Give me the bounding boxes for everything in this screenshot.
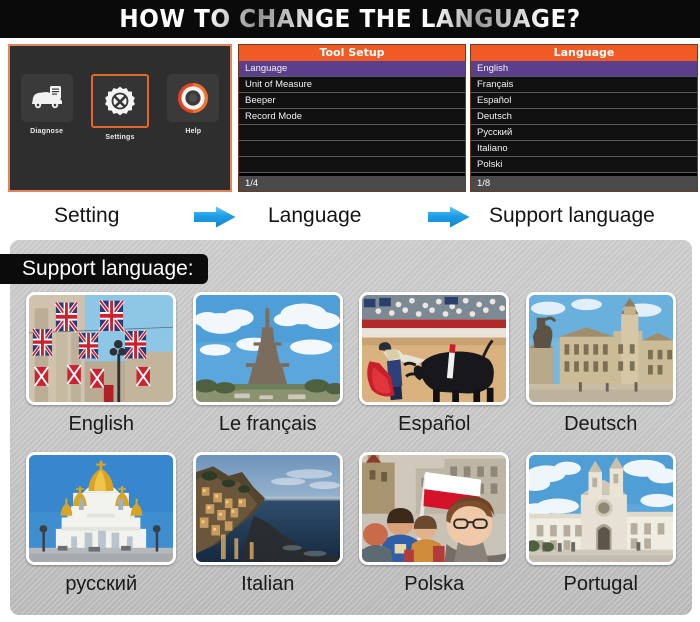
language-label-espanol: Español — [398, 413, 471, 435]
language-row-deutsch[interactable]: Deutsch — [471, 109, 697, 125]
tool-setup-row-empty-2 — [239, 141, 465, 157]
car-clipboard-icon — [31, 86, 62, 109]
caption-support-language: Support language — [489, 204, 655, 227]
device-item-help[interactable]: Help — [162, 74, 224, 135]
language-page-indicator: 1/8 — [471, 176, 697, 191]
diagnose-tile[interactable] — [20, 74, 73, 122]
thumbnail-matador-bullfight-arena — [359, 292, 510, 405]
caption-language: Language — [268, 204, 362, 227]
language-card-portugal[interactable]: Portugal — [518, 452, 685, 612]
language-row-english[interactable]: English — [471, 61, 697, 77]
language-row-francais[interactable]: Français — [471, 77, 697, 93]
tool-setup-panel: Tool Setup Language Unit of Measure Beep… — [238, 44, 466, 192]
language-label-portugal: Portugal — [563, 573, 639, 595]
tool-setup-title: Tool Setup — [239, 45, 465, 61]
support-language-title: Support language: — [0, 254, 208, 284]
caption-row: Setting Language Support language — [0, 198, 700, 234]
language-rows: English Français Español Deutsch Русский… — [471, 61, 697, 173]
language-label-polska: Polska — [404, 573, 465, 595]
language-card-espanol[interactable]: Español — [351, 292, 518, 452]
support-language-panel: Support language: English Le français Es… — [0, 240, 692, 615]
thumbnail-alcobaca-monastery-facade — [525, 452, 676, 565]
tool-setup-row-language[interactable]: Language — [239, 61, 465, 77]
page-title: HOW TO CHANGE THE LANGUAGE? — [25, 0, 676, 38]
device-item-diagnose[interactable]: Diagnose — [16, 74, 78, 135]
language-label-deutsch: Deutsch — [564, 413, 638, 435]
language-label-francais: Le français — [218, 413, 317, 435]
arrow-right-icon-2 — [428, 206, 470, 228]
language-row-polski[interactable]: Polski — [471, 157, 697, 173]
device-item-settings[interactable]: Settings — [89, 74, 151, 141]
device-icon-row: Diagnose Settings Help — [10, 74, 230, 141]
arrow-right-icon — [194, 206, 236, 228]
language-row-espanol[interactable]: Español — [471, 93, 697, 109]
language-panel: Language English Français Español Deutsc… — [470, 44, 698, 192]
steps-row: Diagnose Settings Help Tool Setup Langua… — [0, 40, 700, 200]
thumbnail-union-jack-flags-london-street — [26, 292, 177, 405]
language-label-italian: Italian — [241, 573, 295, 595]
language-thumbnail-grid: English Le français Español Deutsch русс… — [18, 292, 684, 612]
settings-tile[interactable] — [90, 74, 149, 128]
diagnose-label: Diagnose — [30, 128, 64, 135]
help-label: Help — [185, 128, 202, 135]
language-row-italiano[interactable]: Italiano — [471, 141, 697, 157]
tool-setup-row-empty-3 — [239, 157, 465, 173]
gear-tools-icon — [104, 86, 135, 116]
help-tile[interactable] — [167, 74, 220, 122]
language-card-polska[interactable]: Polska — [351, 452, 518, 612]
language-card-deutsch[interactable]: Deutsch — [518, 292, 685, 452]
language-label-russian: русский — [65, 573, 138, 595]
life-ring-icon — [178, 83, 209, 113]
thumbnail-dresden-castle-square — [525, 292, 676, 405]
thumbnail-crowd-with-polish-flag — [359, 452, 510, 565]
language-row-russian[interactable]: Русский — [471, 125, 697, 141]
language-card-russian[interactable]: русский — [18, 452, 185, 612]
settings-label: Settings — [105, 134, 135, 141]
language-card-italian[interactable]: Italian — [185, 452, 352, 612]
thumbnail-eiffel-tower-paris — [192, 292, 343, 405]
device-home-screen: Diagnose Settings Help — [8, 44, 232, 192]
tool-setup-rows: Language Unit of Measure Beeper Record M… — [239, 61, 465, 173]
tool-setup-row-empty-1 — [239, 125, 465, 141]
thumbnail-cinque-terre-coast-dusk — [192, 452, 343, 565]
language-panel-title: Language — [471, 45, 697, 61]
language-label-english: English — [68, 413, 135, 435]
tool-setup-row-record-mode[interactable]: Record Mode — [239, 109, 465, 125]
tool-setup-page-indicator: 1/4 — [239, 176, 465, 191]
tool-setup-row-unit-of-measure[interactable]: Unit of Measure — [239, 77, 465, 93]
page-header: HOW TO CHANGE THE LANGUAGE? — [0, 0, 700, 38]
language-card-english[interactable]: English — [18, 292, 185, 452]
tool-setup-row-beeper[interactable]: Beeper — [239, 93, 465, 109]
language-card-francais[interactable]: Le français — [185, 292, 352, 452]
thumbnail-moscow-cathedral-golden-domes — [26, 452, 177, 565]
caption-setting: Setting — [54, 204, 120, 227]
